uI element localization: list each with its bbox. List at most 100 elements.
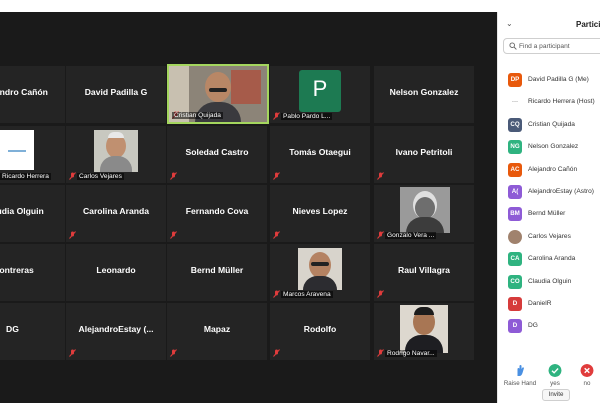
video-tile[interactable]: Nelson Gonzalez — [374, 66, 474, 123]
video-tile[interactable]: Raul Villagra — [374, 244, 474, 301]
participant-row[interactable]: --- Ricardo Herrera (Host) — [498, 92, 600, 114]
participant-avatar: BM — [508, 207, 522, 222]
raise-hand-button[interactable]: Raise Hand — [500, 364, 540, 394]
no-button[interactable]: no — [567, 364, 600, 394]
video-tile[interactable]: DG — [0, 303, 65, 360]
video-tile[interactable]: Rodolfo — [270, 303, 370, 360]
no-label: no — [583, 380, 591, 387]
participant-row[interactable]: D DanielR — [498, 294, 600, 316]
participant-row[interactable]: CO Claudia Olguin — [498, 272, 600, 294]
muted-mic-icon — [273, 112, 280, 120]
muted-mic-icon — [273, 290, 280, 298]
video-tile[interactable]: Marcos Aravena — [270, 244, 370, 301]
participant-avatar: DP — [508, 73, 522, 87]
participant-name: Tomás Otaegui — [289, 147, 351, 157]
video-tile[interactable]: Alejandro Cañón — [0, 66, 65, 123]
participants-panel: ⌄ Participants DP David Padilla G (Me) ---… — [497, 12, 600, 403]
panel-title: Participants — [576, 20, 600, 29]
participant-name: Contreras — [0, 265, 34, 275]
participant-name: Fernando Cova — [185, 206, 249, 216]
avatar-letter: P — [312, 76, 328, 101]
participant-avatar — [508, 229, 522, 244]
participant-row[interactable]: D DG — [498, 316, 600, 338]
muted-mic-icon — [69, 349, 76, 357]
profile-photo — [298, 248, 342, 290]
participant-name: David Padilla G — [84, 87, 148, 97]
participant-name: DG — [6, 324, 19, 334]
chevron-down-icon[interactable]: ⌄ — [506, 19, 513, 28]
video-tile[interactable]: Ricardo Herrera — [0, 126, 65, 183]
participant-caption: Cristian Quijada — [172, 112, 223, 119]
muted-mic-icon — [170, 349, 177, 357]
participant-name: Nelson Gonzalez — [389, 87, 459, 97]
participant-caption: Ricardo Herrera — [0, 173, 51, 180]
participant-name: Bernd Müller — [190, 265, 244, 275]
participant-avatar: A( — [508, 185, 522, 199]
video-tile[interactable]: Leonardo — [66, 244, 166, 301]
video-tile[interactable]: Tomás Otaegui — [270, 126, 370, 183]
video-tile[interactable]: Claudia Olguin — [0, 185, 65, 242]
video-tile[interactable]: Contreras — [0, 244, 65, 301]
participant-avatar: CO — [508, 274, 522, 289]
participant-row[interactable]: CQ Cristian Quijada — [498, 115, 600, 137]
profile-photo — [400, 305, 448, 353]
participant-row[interactable]: A(AlejandroEstay (Astro) — [498, 182, 600, 204]
video-tile[interactable]: Ivano Petritoli — [374, 126, 474, 183]
search-input[interactable] — [519, 40, 600, 52]
video-tile[interactable]: Carlos Vejares — [66, 126, 166, 183]
participant-list-name: Bernd Müller — [528, 210, 566, 218]
video-tile[interactable]: Fernando Cova — [167, 185, 267, 242]
participant-avatar: CA — [508, 252, 522, 267]
participant-list-name: Carlos Vejares — [528, 232, 571, 240]
video-tile[interactable]: Bernd Müller — [167, 244, 267, 301]
participant-avatar: --- — [511, 98, 519, 106]
raise-hand-icon — [517, 365, 524, 376]
video-tile-active-speaker[interactable]: Cristian Quijada — [167, 64, 269, 124]
participant-name: Claudia Olguin — [0, 206, 44, 216]
video-tile[interactable]: AlejandroEstay (... — [66, 303, 166, 360]
muted-mic-icon — [273, 172, 280, 180]
video-tile[interactable]: Mapaz — [167, 303, 267, 360]
participant-name: AlejandroEstay (... — [78, 324, 154, 334]
participant-avatar: CQ — [508, 117, 522, 132]
check-icon — [548, 364, 562, 377]
participant-list-name: DG — [528, 322, 538, 330]
participant-avatar: D — [508, 319, 522, 334]
video-tile[interactable]: David Padilla G — [66, 66, 166, 123]
search-box[interactable] — [503, 38, 600, 54]
participant-list-name: Nelson Gonzalez — [528, 143, 579, 151]
muted-mic-icon — [69, 231, 76, 239]
video-tile[interactable]: Carolina Aranda — [66, 185, 166, 242]
participant-caption: Gonzalo Vera ... — [385, 232, 437, 239]
profile-photo — [400, 187, 450, 233]
invite-button[interactable]: Invite — [542, 389, 570, 401]
participant-row[interactable]: BM Bernd Müller — [498, 204, 600, 226]
participant-list-name: Cristian Quijada — [528, 120, 575, 128]
participant-name: Nieves Lopez — [292, 206, 348, 216]
video-tile[interactable]: Rodrigo Navar... — [374, 303, 474, 360]
muted-mic-icon — [377, 172, 384, 180]
participant-row[interactable]: CA Carolina Aranda — [498, 249, 600, 271]
participant-name: Raul Villagra — [398, 265, 450, 275]
participant-name: Soledad Castro — [185, 147, 249, 157]
search-icon — [509, 42, 517, 50]
participant-avatar: NG — [508, 140, 522, 155]
participant-avatar: D — [508, 297, 522, 311]
video-tile[interactable]: Gonzalo Vera ... — [374, 185, 474, 242]
video-tile[interactable]: Soledad Castro — [167, 126, 267, 183]
participant-row[interactable]: AC Alejandro Cañón — [498, 160, 600, 182]
participant-row[interactable]: DP David Padilla G (Me) — [498, 70, 600, 92]
participant-list-name: DanielR — [528, 300, 552, 307]
participant-list-name: David Padilla G (Me) — [528, 76, 589, 83]
x-icon — [580, 364, 594, 377]
muted-mic-icon — [377, 349, 384, 357]
participant-avatar: AC — [508, 162, 522, 177]
participant-list-name: Claudia Olguin — [528, 277, 572, 285]
participant-caption: Pablo Pardo L... — [281, 113, 333, 120]
video-tile[interactable]: Nieves Lopez — [270, 185, 370, 242]
muted-mic-icon — [170, 172, 177, 180]
participant-name: Rodolfo — [303, 324, 337, 334]
participant-row[interactable]: NG Nelson Gonzalez — [498, 137, 600, 159]
participant-row[interactable]: Carlos Vejares — [498, 227, 600, 249]
video-tile[interactable]: P Pablo Pardo L... — [270, 66, 370, 123]
